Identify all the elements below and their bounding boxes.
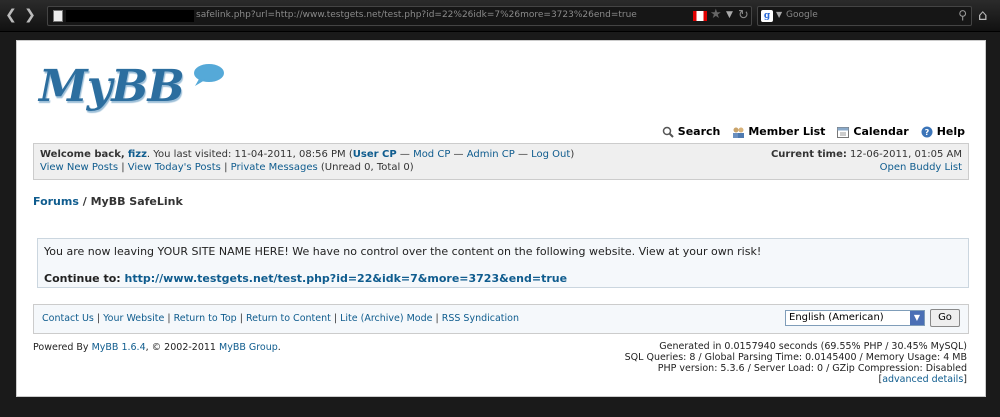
chevron-down-icon[interactable]: ▼ bbox=[910, 311, 924, 325]
safelink-notice: You are now leaving YOUR SITE NAME HERE!… bbox=[37, 238, 969, 288]
calendar-icon bbox=[837, 126, 850, 138]
separator: — bbox=[396, 149, 414, 160]
return-to-top-link[interactable]: Return to Top bbox=[174, 313, 237, 324]
mybb-logo[interactable]: MyBB bbox=[39, 61, 185, 112]
back-icon[interactable]: ❮ bbox=[3, 7, 19, 23]
calendar-label[interactable]: Calendar bbox=[853, 125, 908, 138]
current-time-label: Current time: bbox=[770, 149, 847, 160]
separator: | bbox=[118, 162, 128, 173]
magnifier-icon bbox=[662, 126, 674, 138]
continue-label: Continue to: bbox=[44, 272, 125, 285]
username-link[interactable]: fizz bbox=[128, 149, 147, 160]
leaving-message: You are now leaving YOUR SITE NAME HERE!… bbox=[44, 245, 762, 258]
return-to-content-link[interactable]: Return to Content bbox=[246, 313, 331, 324]
mybb-group-link[interactable]: MyBB Group bbox=[219, 342, 278, 353]
pm-status: (Unread 0, Total 0) bbox=[317, 162, 414, 173]
bookmark-star-icon[interactable]: ★ bbox=[710, 7, 722, 22]
debug-info: Generated in 0.0157940 seconds (69.55% P… bbox=[625, 341, 967, 385]
help-link[interactable]: ? Help bbox=[921, 125, 965, 138]
debug-php: PHP version: 5.3.6 / Server Load: 0 / GZ… bbox=[657, 363, 967, 374]
top-links: Search Member List Calendar ? Help bbox=[662, 125, 965, 138]
separator: | bbox=[330, 313, 341, 324]
footer-bar: Contact Us | Your Website | Return to To… bbox=[33, 304, 969, 334]
continue-url-link[interactable]: http://www.testgets.net/test.php?id=22&i… bbox=[125, 272, 568, 285]
contact-us-link[interactable]: Contact Us bbox=[42, 313, 94, 324]
separator: | bbox=[164, 313, 174, 324]
copyright-text: , © 2002-2011 bbox=[145, 342, 219, 353]
powered-prefix: Powered By bbox=[33, 342, 92, 353]
powered-by: Powered By MyBB 1.6.4, © 2002-2011 MyBB … bbox=[33, 342, 281, 353]
admin-cp-link[interactable]: Admin CP bbox=[467, 149, 515, 160]
view-new-posts-link[interactable]: View New Posts bbox=[40, 162, 118, 173]
help-label[interactable]: Help bbox=[937, 125, 965, 138]
url-text[interactable]: safelink.php?url=http://www.testgets.net… bbox=[196, 10, 736, 24]
last-visited-text: . You last visited: 11-04-2011, 08:56 PM… bbox=[146, 149, 353, 160]
logo-bubble-icon bbox=[194, 64, 224, 86]
lite-archive-mode-link[interactable]: Lite (Archive) Mode bbox=[340, 313, 432, 324]
separator: | bbox=[93, 313, 104, 324]
member-list-link[interactable]: Member List bbox=[732, 125, 825, 138]
period: . bbox=[277, 342, 281, 353]
welcome-panel: Welcome back, fizz. You last visited: 11… bbox=[33, 143, 969, 180]
mod-cp-link[interactable]: Mod CP bbox=[413, 149, 450, 160]
private-messages-link[interactable]: Private Messages bbox=[231, 162, 318, 173]
google-icon[interactable]: g bbox=[761, 10, 773, 22]
separator: — bbox=[450, 149, 467, 160]
members-icon bbox=[733, 127, 745, 138]
time-box: Current time: 12-06-2011, 01:05 AM Open … bbox=[771, 148, 962, 174]
flag-icon bbox=[693, 11, 707, 21]
current-time-value: 12-06-2011, 01:05 AM bbox=[846, 149, 962, 160]
reload-icon[interactable]: ↻ bbox=[738, 8, 749, 23]
debug-sql: SQL Queries: 8 / Global Parsing Time: 0.… bbox=[624, 352, 967, 363]
search-engine-dropdown-icon[interactable]: ▼ bbox=[776, 10, 782, 19]
separator: | bbox=[432, 313, 442, 324]
search-icon[interactable]: ⚲ bbox=[958, 8, 967, 22]
calendar-link[interactable]: Calendar bbox=[837, 125, 909, 138]
member-list-label[interactable]: Member List bbox=[748, 125, 825, 138]
breadcrumb: Forums / MyBB SafeLink bbox=[33, 195, 183, 208]
language-selected: English (American) bbox=[789, 312, 884, 323]
search-label[interactable]: Search bbox=[678, 125, 721, 138]
advanced-details-link[interactable]: advanced details bbox=[882, 374, 963, 385]
log-out-link[interactable]: Log Out bbox=[531, 149, 570, 160]
search-link[interactable]: Search bbox=[662, 125, 721, 138]
language-select[interactable]: English (American) ▼ bbox=[785, 310, 925, 326]
help-icon: ? bbox=[921, 126, 933, 137]
breadcrumb-current: MyBB SafeLink bbox=[90, 195, 183, 208]
browser-toolbar: ❮ ❯ safelink.php?url=http://www.testgets… bbox=[0, 0, 1000, 32]
search-placeholder: Google bbox=[786, 10, 818, 20]
open-buddy-list-link[interactable]: Open Buddy List bbox=[880, 162, 962, 173]
breadcrumb-separator: / bbox=[78, 195, 91, 208]
redacted-url-part bbox=[66, 10, 194, 22]
svg-text:?: ? bbox=[924, 128, 929, 137]
page-icon bbox=[53, 10, 63, 22]
forum-page: MyBB Search Member List Calendar ? Help … bbox=[16, 40, 986, 397]
chevron-down-icon[interactable]: ▼ bbox=[726, 10, 733, 20]
separator: — bbox=[514, 149, 532, 160]
search-input[interactable]: g ▼ Google ⚲ bbox=[757, 6, 972, 26]
mybb-version-link[interactable]: MyBB 1.6.4 bbox=[92, 342, 146, 353]
continue-line: Continue to: http://www.testgets.net/tes… bbox=[44, 270, 962, 287]
debug-generated: Generated in 0.0157940 seconds (69.55% P… bbox=[659, 341, 967, 352]
separator: | bbox=[220, 162, 231, 173]
rss-syndication-link[interactable]: RSS Syndication bbox=[442, 313, 519, 324]
your-website-link[interactable]: Your Website bbox=[103, 313, 164, 324]
go-button[interactable]: Go bbox=[930, 309, 960, 327]
breadcrumb-forums-link[interactable]: Forums bbox=[33, 195, 79, 208]
bracket: ] bbox=[963, 374, 967, 385]
forward-icon[interactable]: ❯ bbox=[22, 7, 38, 23]
close-paren: ) bbox=[570, 149, 575, 160]
view-todays-posts-link[interactable]: View Today's Posts bbox=[128, 162, 221, 173]
user-cp-link[interactable]: User CP bbox=[353, 149, 397, 160]
address-bar[interactable]: safelink.php?url=http://www.testgets.net… bbox=[47, 6, 752, 26]
welcome-prefix: Welcome back, bbox=[40, 149, 125, 160]
home-icon[interactable]: ⌂ bbox=[978, 6, 988, 24]
separator: | bbox=[236, 313, 246, 324]
